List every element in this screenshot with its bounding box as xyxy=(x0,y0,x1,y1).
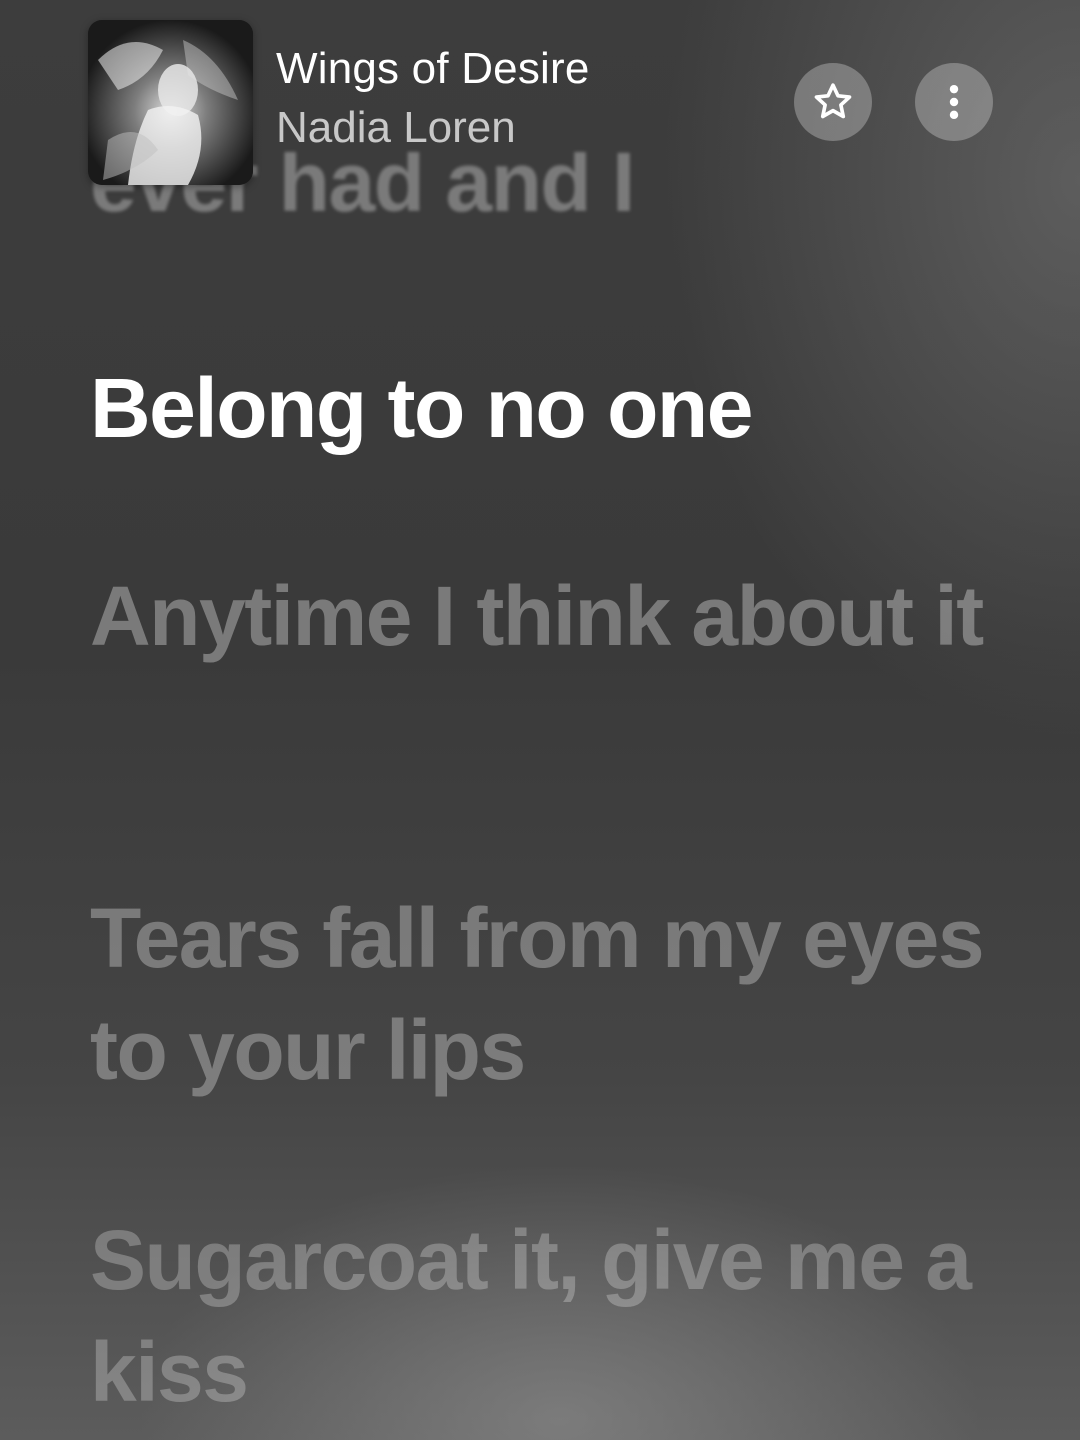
favorite-button[interactable] xyxy=(794,63,872,141)
lyric-line-current[interactable]: Belong to no one xyxy=(90,352,990,464)
more-options-button[interactable] xyxy=(915,63,993,141)
star-icon xyxy=(814,83,852,119)
more-vertical-icon xyxy=(949,84,959,120)
lyric-line-upcoming[interactable]: Anytime I think about it xyxy=(90,560,990,672)
lyric-line-upcoming[interactable]: Tears fall from my eyes to your lips xyxy=(90,882,990,1106)
lyrics-screen: Wings of Desire Nadia Loren ever had and… xyxy=(0,0,1080,1440)
track-title[interactable]: Wings of Desire xyxy=(276,44,590,94)
album-artwork-image xyxy=(88,20,253,185)
now-playing-header: Wings of Desire Nadia Loren xyxy=(0,0,1080,200)
lyric-line-upcoming[interactable]: Sugarcoat it, give me a kiss xyxy=(90,1204,990,1428)
album-artwork[interactable] xyxy=(88,20,253,185)
track-artist[interactable]: Nadia Loren xyxy=(276,103,516,153)
